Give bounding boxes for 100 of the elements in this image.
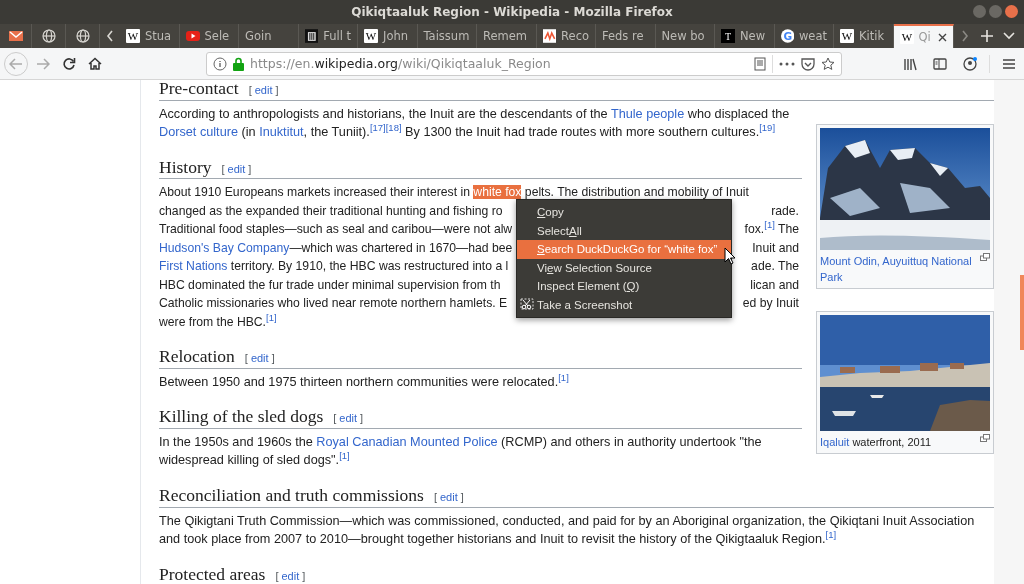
bracket: [: [248, 83, 252, 98]
close-button[interactable]: [1005, 5, 1018, 18]
section-heading: Protected areas: [159, 562, 266, 584]
link[interactable]: Inuktitut: [259, 125, 304, 140]
account-icon: [963, 56, 977, 71]
trash-icon: [304, 29, 319, 43]
chevron-right-icon: [960, 30, 969, 42]
paragraph-fragment: lican and: [750, 276, 799, 294]
paragraph-fragment: ed by Inuit: [742, 295, 799, 313]
mail-icon: [8, 29, 23, 43]
sidebar-icon: [933, 56, 947, 71]
citation-link[interactable]: [19]: [759, 122, 776, 133]
link[interactable]: Hudson's Bay Company: [159, 240, 290, 255]
library-icon: [903, 56, 917, 71]
paragraph-fragment: Catholic missionaries who lived near remote northern hamlets. E: [159, 295, 508, 313]
chevron-down-icon: [1002, 32, 1015, 40]
bracket: [: [333, 411, 337, 427]
pointer-cursor-icon: [724, 247, 736, 265]
paragraph-fragment: changed as the expanded their traditional hunting and fishing ro: [159, 202, 503, 220]
paragraph-fragment: ade. The: [751, 258, 799, 276]
menu-item[interactable]: Search DuckDuckGo for “white fox”: [517, 240, 731, 259]
bracket: [: [275, 568, 279, 584]
globe-icon: [75, 29, 90, 43]
menu-item[interactable]: SelectAll: [517, 221, 731, 240]
edit-link[interactable]: edit: [281, 566, 300, 584]
enlarge-icon: [980, 433, 990, 442]
citation-link[interactable]: [1]: [825, 529, 837, 541]
bracket: ]: [360, 411, 364, 427]
url-text: https://en.wikipedia.org/wiki/Qikiqtaaluk_Region: [250, 56, 552, 71]
plus-icon: [980, 30, 993, 42]
bracket: [: [221, 161, 225, 177]
citation-link[interactable]: [1]: [266, 311, 277, 323]
globe-icon: [41, 29, 56, 43]
bracket: ]: [271, 351, 275, 367]
paragraph-fragment: Inuit and: [752, 239, 799, 257]
bracket: ]: [275, 83, 279, 98]
section-heading: Reconciliation and truth commissions: [159, 484, 424, 507]
pocket-icon: [801, 56, 815, 71]
paragraph-fragment: HBC dominated the fur trade under minimal supervision from th: [159, 276, 501, 294]
bracket: [: [433, 490, 437, 506]
scissors-icon: [520, 297, 534, 310]
link[interactable]: First Nations: [159, 259, 228, 274]
arrow-right-icon: [36, 57, 50, 70]
edit-link[interactable]: edit: [254, 81, 273, 100]
section-heading: Killing of the sled dogs: [159, 405, 324, 428]
menu-item[interactable]: View Selection Source: [517, 258, 731, 277]
tab-icon: W: [364, 29, 378, 43]
edit-link[interactable]: edit: [339, 409, 358, 428]
paragraph-fragment: Traditional food staples—such as seal and caribou—were not alw: [159, 221, 513, 239]
edit-link[interactable]: edit: [227, 159, 246, 179]
close-icon: [937, 32, 947, 42]
info-icon: [213, 56, 227, 71]
tab-icon: T: [721, 29, 735, 43]
menu-item[interactable]: Inspect Element (Q): [517, 277, 731, 296]
edit-link[interactable]: edit: [439, 488, 458, 507]
lock-icon: [233, 56, 244, 71]
chevron-left-icon: [106, 30, 114, 42]
caption-link[interactable]: Iqaluit: [820, 433, 850, 450]
section-heading: History: [159, 155, 212, 178]
citation-link[interactable]: [18]: [385, 122, 402, 133]
paragraph-fragment: fox.$^{[1]}$ The: [744, 220, 799, 239]
arrow-left-icon: [9, 57, 23, 70]
paragraph-fragment: rade.: [771, 202, 799, 220]
tab-icon: [542, 29, 557, 43]
bracket: [: [244, 351, 248, 367]
paragraph: In the 1950s and 1960s the Royal Canadian Mounted Police (RCMP) and others in authority undertook "the widespread killing of sled dogs".$^{[1]}$: [159, 433, 763, 470]
menu-item[interactable]: Take a Screenshot: [517, 295, 731, 314]
star-icon: [821, 56, 835, 71]
tab-icon: W: [126, 29, 140, 43]
tab-icon: G: [780, 29, 794, 43]
tab-icon: W: [899, 30, 914, 44]
link[interactable]: Royal Canadian Mounted Police: [316, 434, 498, 449]
bracket: ]: [460, 490, 464, 506]
scrollbar-thumb[interactable]: [1020, 275, 1024, 350]
section-heading: Relocation: [159, 345, 235, 368]
enlarge-icon: [980, 252, 990, 261]
reader-view-icon: [754, 56, 766, 71]
link[interactable]: Dorset culture: [159, 125, 238, 140]
bracket: ]: [248, 161, 252, 177]
citation-link[interactable]: [1]: [764, 219, 775, 231]
citation-link[interactable]: [1]: [339, 450, 350, 462]
paragraph-fragment: were from the HBC.$^{[1]}$: [159, 312, 277, 331]
menu-icon: [1002, 57, 1016, 70]
link[interactable]: Thule people: [610, 106, 685, 121]
paragraph-fragment: About 1910 Europeans markets increased their interest in white fox pelts. The distribution and mobility of Inuit: [159, 184, 749, 202]
caption-link[interactable]: Mount Odin, Auyuittuq National Park: [820, 252, 978, 285]
citation-link[interactable]: [17]: [369, 122, 386, 133]
browser-tab[interactable]: W Qi: [893, 24, 954, 48]
paragraph: According to anthropologists and historians, the Inuit are the descendants of the Thule people who displaced the Dorset culture (in Inuktitut, the Tuniit).$^{[17]}$$^{[18]}$ By 1300 the Inuit had trade routes with more southern cultures.$^{[19]}$: [159, 105, 791, 142]
paragraph-fragment: Hudson's Bay Company—which was chartered in 1670—had bee: [159, 239, 513, 257]
edit-link[interactable]: edit: [250, 349, 269, 368]
tab-icon: W: [840, 29, 854, 43]
citation-link[interactable]: [1]: [558, 372, 569, 383]
menu-item[interactable]: Copy: [517, 203, 731, 222]
address-bar[interactable]: https://en.wikipedia.org/wiki/Qikiqtaaluk_Region: [206, 51, 842, 76]
reload-icon: [62, 56, 76, 71]
play-icon: [185, 29, 200, 43]
bracket: ]: [302, 568, 306, 584]
caption-text: waterfront, 2011: [851, 435, 932, 448]
paragraph-fragment: First Nations territory. By 1910, the HBC was restructured into a l: [159, 258, 509, 276]
